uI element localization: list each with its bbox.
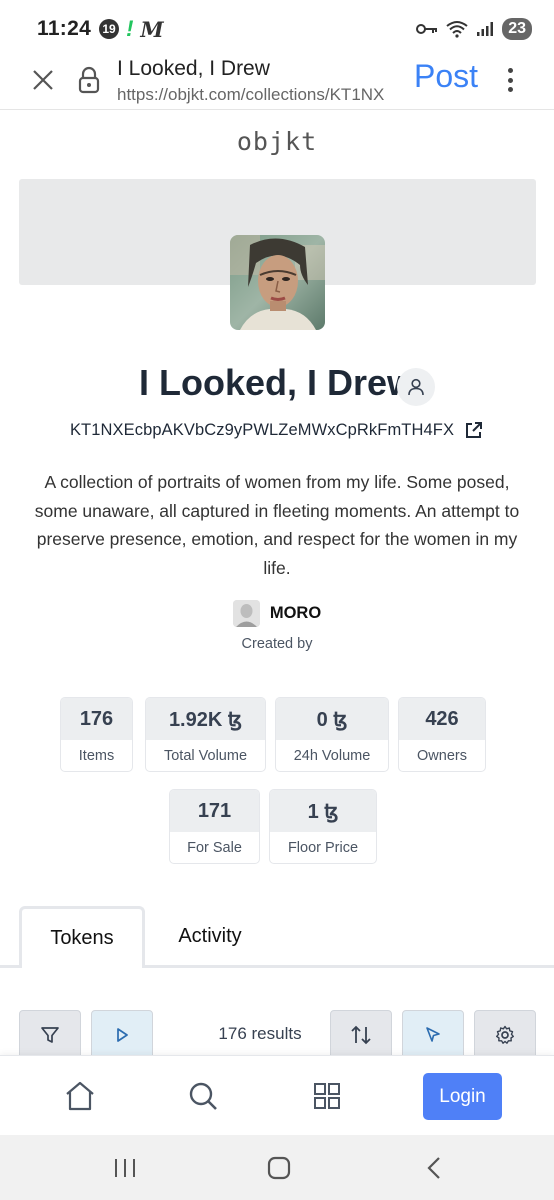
status-bar: 11:24 19 ! M 23 (0, 0, 554, 58)
play-icon (117, 1028, 128, 1042)
stat-owners: 426 Owners (398, 697, 486, 772)
filter-button[interactable] (19, 1010, 81, 1060)
stat-label: Owners (417, 747, 467, 764)
site-logo[interactable]: objkt (0, 127, 554, 156)
status-time: 11:24 (37, 17, 92, 40)
cursor-icon (426, 1027, 440, 1042)
sort-icon (351, 1025, 371, 1045)
tab-activity[interactable]: Activity (150, 906, 270, 966)
stat-value: 176 (61, 698, 132, 740)
stat-24h-volume: 0 ꜩ 24h Volume (275, 697, 389, 772)
external-link-icon[interactable] (464, 420, 484, 440)
back-icon[interactable] (424, 1156, 444, 1180)
stat-label: Items (78, 747, 115, 764)
play-button[interactable] (91, 1010, 153, 1060)
select-mode-button[interactable] (402, 1010, 464, 1060)
creator-profile-button[interactable] (397, 368, 435, 406)
post-button[interactable]: Post (414, 58, 478, 95)
stat-label: Total Volume (163, 747, 248, 764)
created-by-label: Created by (241, 636, 313, 652)
tab-tokens[interactable]: Tokens (19, 906, 145, 968)
creator-name[interactable]: MORO (270, 604, 321, 623)
stat-items: 176 Items (60, 697, 133, 772)
contract-address-row: KT1NXEcbpAKVbCz9yPWLZeMWxCpRkFmTH4FX (0, 420, 554, 440)
contract-address[interactable]: KT1NXEcbpAKVbCz9yPWLZeMWxCpRkFmTH4FX (70, 421, 454, 440)
stat-value: 1.92K ꜩ (146, 698, 265, 740)
collection-title: I Looked, I Drew (138, 362, 416, 403)
filter-icon (41, 1027, 59, 1043)
stat-label: 24h Volume (293, 747, 371, 764)
status-right-icons: 23 (416, 18, 532, 40)
stat-total-volume: 1.92K ꜩ Total Volume (145, 697, 266, 772)
key-icon (416, 24, 438, 34)
alert-icon: ! (126, 16, 134, 41)
stat-label: For Sale (187, 839, 242, 856)
url-bar[interactable]: https://objkt.com/collections/KT1NX (117, 85, 399, 105)
status-notification-icons: 19 ! M (99, 16, 164, 42)
browser-toolbar: I Looked, I Drew https://objkt.com/colle… (0, 57, 554, 110)
creator-avatar (232, 600, 260, 627)
recent-apps-icon[interactable] (113, 1157, 137, 1179)
system-navigation-bar (0, 1135, 554, 1200)
battery-icon: 23 (502, 18, 532, 40)
stat-for-sale: 171 For Sale (169, 789, 260, 864)
stat-value: 0 ꜩ (276, 698, 388, 740)
close-icon[interactable] (31, 68, 55, 92)
sort-button[interactable] (330, 1010, 392, 1060)
stat-value: 171 (170, 790, 259, 832)
page-title: I Looked, I Drew (117, 57, 270, 80)
stat-value: 1 ꜩ (270, 790, 376, 832)
stat-floor-price: 1 ꜩ Floor Price (269, 789, 377, 864)
settings-button[interactable] (474, 1010, 536, 1060)
collection-avatar (230, 235, 325, 330)
results-count: 176 results (218, 1024, 302, 1043)
app-m-icon: M (140, 16, 164, 42)
more-options-icon[interactable] (500, 66, 520, 94)
wifi-icon (446, 21, 468, 38)
home-button-icon[interactable] (267, 1156, 291, 1180)
stat-value: 426 (399, 698, 485, 740)
collection-description: A collection of portraits of women from … (34, 472, 520, 578)
creator-row[interactable]: MORO (0, 600, 554, 627)
search-icon[interactable] (187, 1080, 219, 1112)
collection-title-row: I Looked, I Drew (0, 362, 554, 404)
signal-icon (477, 22, 494, 36)
gear-icon (496, 1025, 514, 1044)
home-icon[interactable] (64, 1080, 96, 1112)
bottom-navigation: Login (0, 1055, 554, 1135)
grid-icon[interactable] (311, 1080, 343, 1112)
user-icon (408, 378, 424, 396)
stat-label: Floor Price (287, 839, 359, 856)
notification-badge-icon: 19 (99, 19, 120, 39)
login-button[interactable]: Login (423, 1073, 502, 1120)
lock-icon[interactable] (78, 66, 100, 94)
